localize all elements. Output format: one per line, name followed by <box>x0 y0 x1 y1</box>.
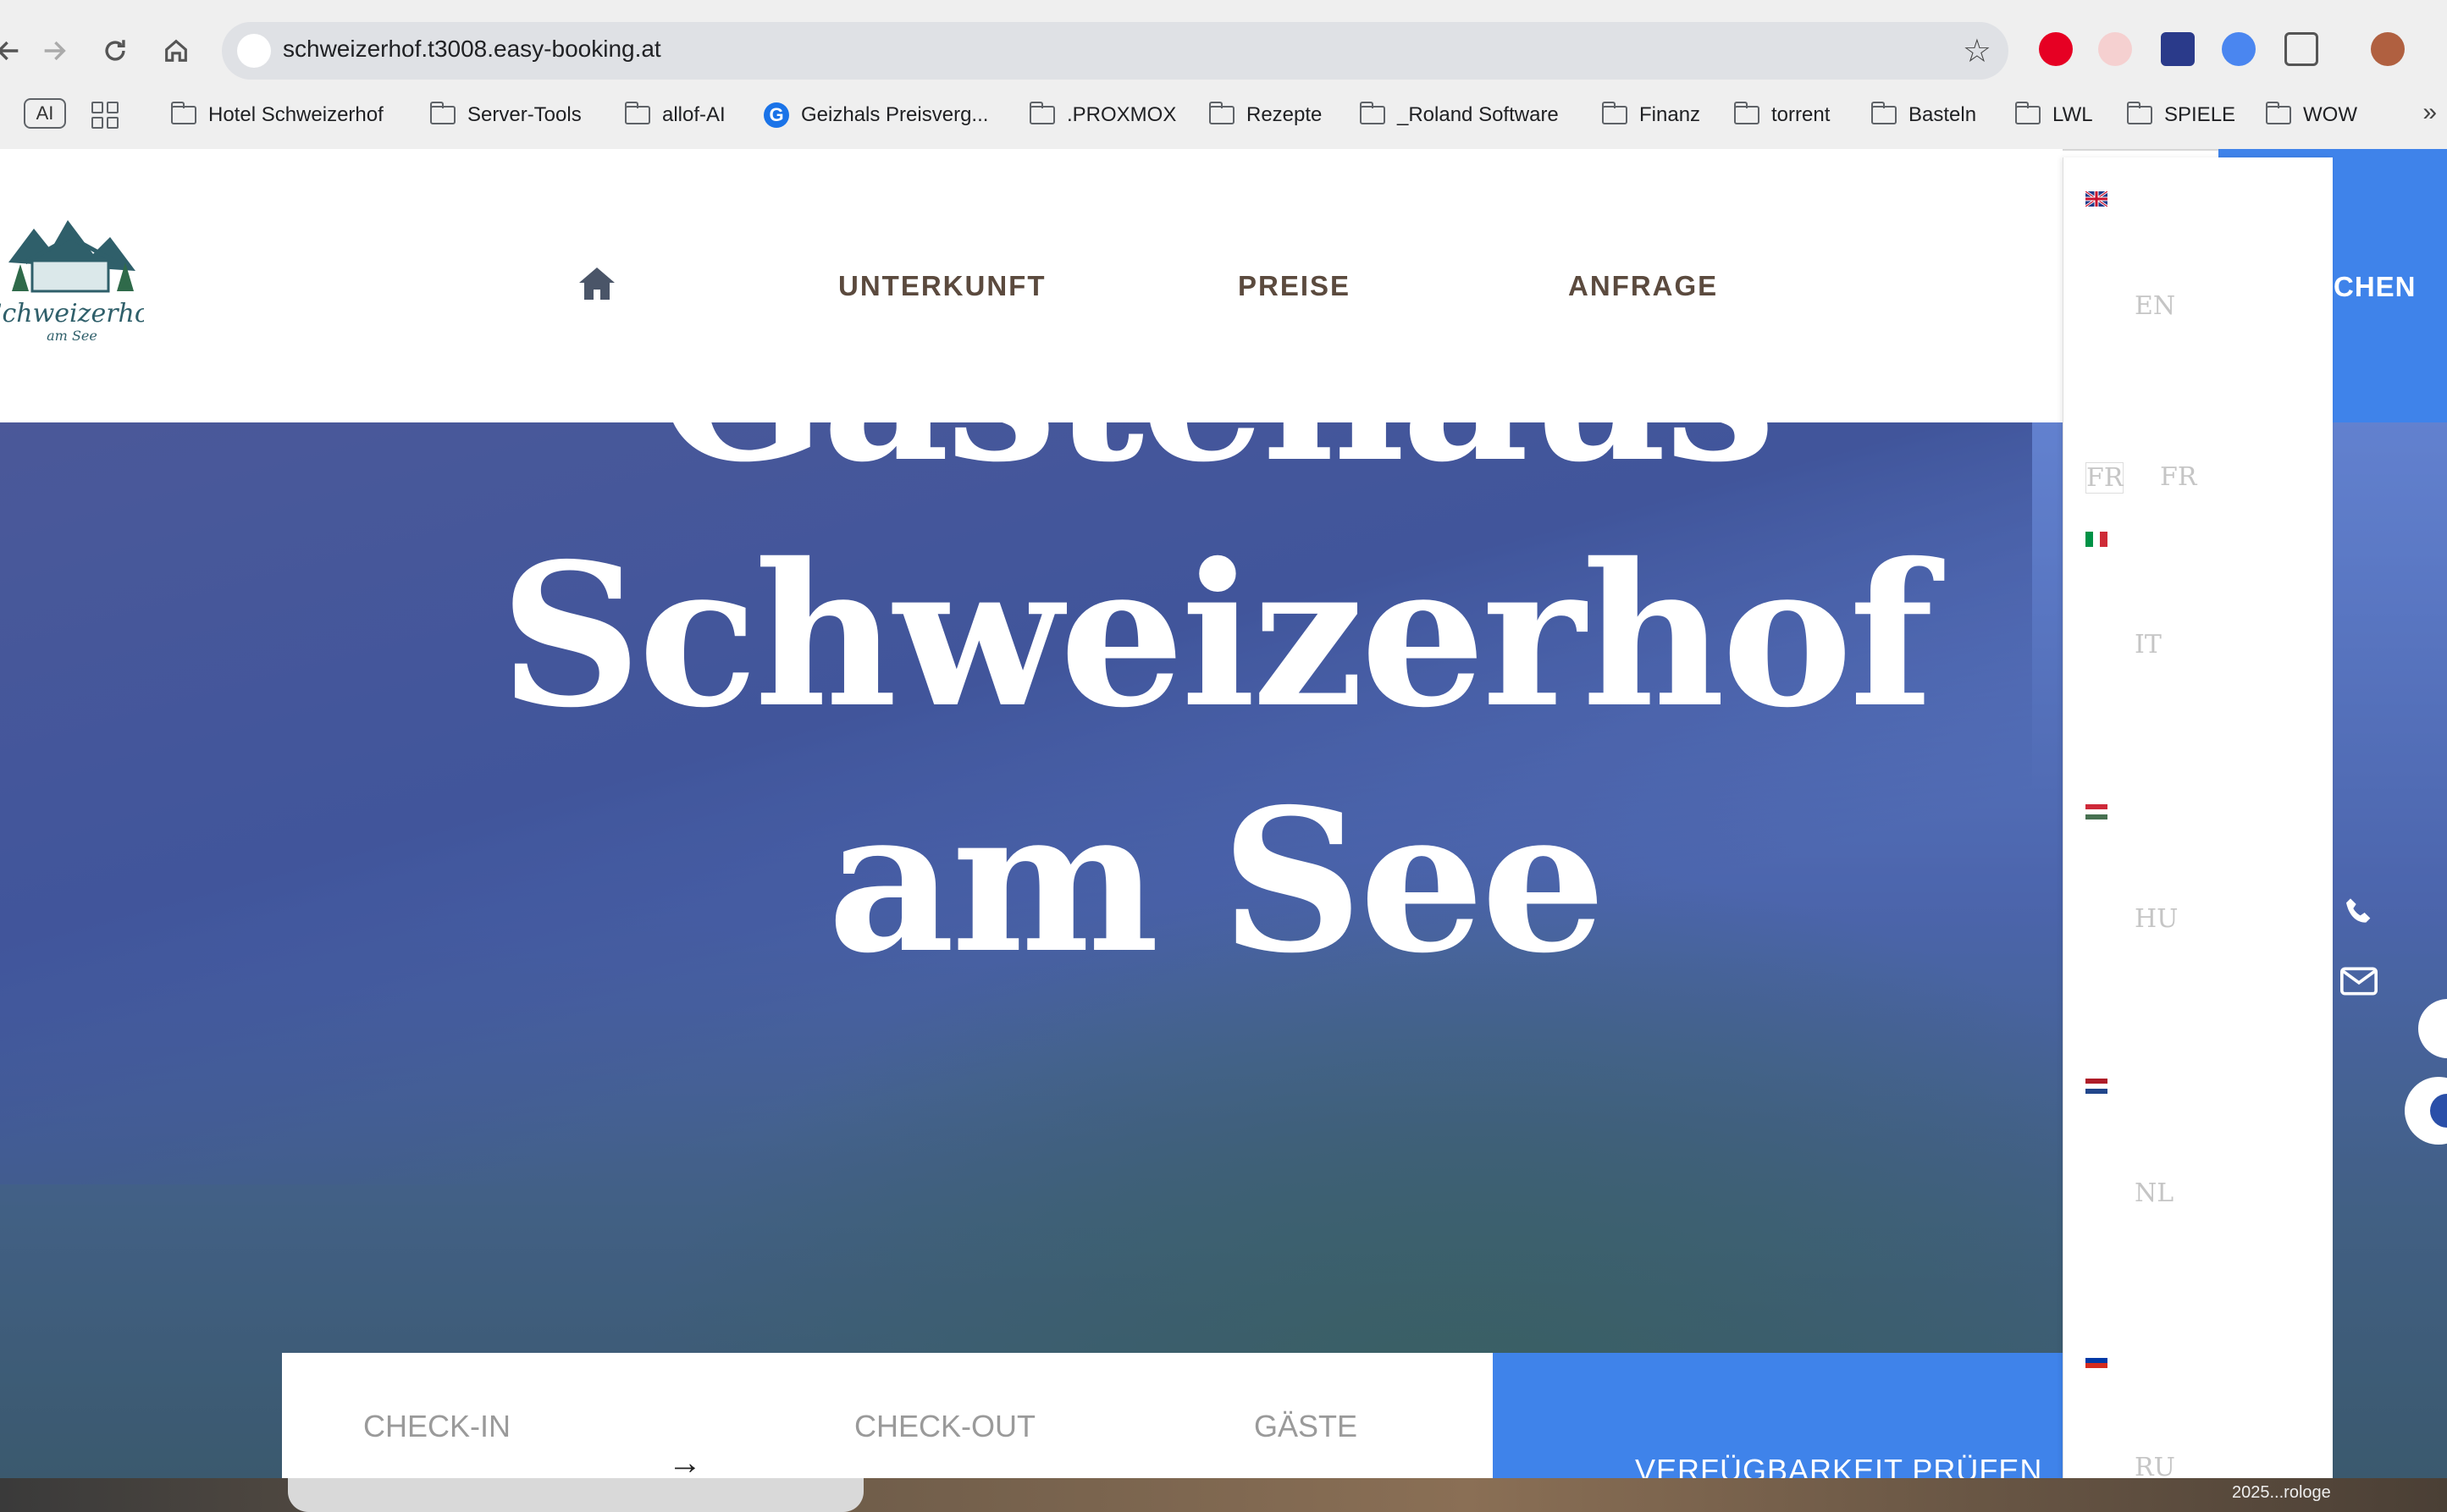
folder-icon <box>1360 102 1385 124</box>
menu-preise[interactable]: PREISE <box>1238 270 1351 302</box>
folder-icon <box>171 102 196 124</box>
pinterest-icon[interactable] <box>2039 32 2073 66</box>
site-header: Schweizerhof am See UNTERKUNFT PREISE AN… <box>0 149 2063 422</box>
netherlands-flag-icon <box>2085 1079 2107 1094</box>
profile-avatar[interactable] <box>2371 32 2405 66</box>
folder-icon <box>1030 102 1055 124</box>
fr-flag-broken-image: FR <box>2085 462 2124 494</box>
italy-flag-icon <box>2085 532 2107 547</box>
globe-icon <box>2430 1094 2447 1128</box>
bookmark-spiele[interactable]: SPIELE <box>2127 100 2235 130</box>
book-now-label: CHEN <box>2334 271 2417 302</box>
site-settings-icon[interactable] <box>237 34 271 68</box>
browser-chrome: schweizerhof.t3008.easy-booking.at ☆ AI … <box>0 0 2447 151</box>
booking-bar: CHECK-IN CHECK-OUT GÄSTE → <box>282 1353 1493 1478</box>
taskbar-strip: 2025...rologe <box>0 1478 2447 1512</box>
taskbar-pill[interactable] <box>288 1478 864 1512</box>
uk-flag-icon <box>2085 191 2107 207</box>
checkin-field[interactable]: CHECK-IN <box>363 1409 511 1444</box>
check-availability-label: VERFÜGBARKEIT PRÜFEN <box>1635 1453 2043 1478</box>
geizhals-g-icon: G <box>764 102 789 128</box>
taskbar-label: 2025...rologe <box>2232 1483 2331 1502</box>
folder-icon <box>1602 102 1627 124</box>
folder-icon <box>2266 102 2291 124</box>
hungary-flag-icon <box>2085 804 2107 819</box>
extension-icon[interactable] <box>2161 32 2195 66</box>
address-bar[interactable]: schweizerhof.t3008.easy-booking.at ☆ <box>222 22 2008 80</box>
bookmarks-bar: AI Hotel Schweizerhof Server-Tools allof… <box>0 91 2447 137</box>
address-url[interactable]: schweizerhof.t3008.easy-booking.at <box>283 36 661 63</box>
thermometer-extension-icon[interactable] <box>2098 32 2132 66</box>
menu-home-icon[interactable] <box>577 266 616 301</box>
svg-text:Schweizerhof: Schweizerhof <box>0 299 144 328</box>
folder-icon <box>1871 102 1897 124</box>
bookmark-basteln[interactable]: Basteln <box>1871 100 1976 130</box>
svg-text:am See: am See <box>47 328 97 344</box>
bookmark-torrent[interactable]: torrent <box>1734 100 1830 130</box>
bookmark-allof-ai[interactable]: allof-AI <box>625 100 726 130</box>
reload-icon[interactable] <box>90 25 141 76</box>
bookmark-proxmox[interactable]: .PROXMOX <box>1030 100 1176 130</box>
schweizerhof-logo[interactable]: Schweizerhof am See <box>0 212 144 356</box>
folder-icon <box>625 102 650 124</box>
bookmark-roland-software[interactable]: _Roland Software <box>1360 100 1559 130</box>
folder-icon <box>430 102 456 124</box>
ai-chip[interactable]: AI <box>24 98 66 129</box>
bookmark-wow[interactable]: WOW <box>2266 100 2357 130</box>
folder-icon <box>1209 102 1235 124</box>
menu-anfrage[interactable]: ANFRAGE <box>1568 270 1718 302</box>
bookmark-hotel-schweizerhof[interactable]: Hotel Schweizerhof <box>171 100 384 130</box>
bookmark-geizhals[interactable]: G Geizhals Preisverg... <box>764 100 988 130</box>
bookmark-server-tools[interactable]: Server-Tools <box>430 100 582 130</box>
guests-field[interactable]: GÄSTE <box>1254 1409 1357 1444</box>
arrow-right-icon: → <box>668 1444 702 1478</box>
folder-icon <box>2015 102 2041 124</box>
bookmark-star-icon[interactable]: ☆ <box>1963 32 1991 70</box>
folder-icon <box>2127 102 2152 124</box>
webpage: Gästehaus Schweizerhof am See Schweizerh… <box>0 149 2447 1478</box>
phone-icon[interactable] <box>2342 896 2376 930</box>
folder-icon <box>1734 102 1759 124</box>
puzzle-extensions-icon[interactable] <box>2284 32 2318 66</box>
more-bookmarks-icon[interactable]: » <box>2422 98 2437 127</box>
checkout-field[interactable]: CHECK-OUT <box>854 1409 1036 1444</box>
bookmark-finanz[interactable]: Finanz <box>1602 100 1700 130</box>
mail-icon[interactable] <box>2340 967 2378 996</box>
menu-unterkunft[interactable]: UNTERKUNFT <box>838 270 1046 302</box>
s-extension-icon[interactable] <box>2222 32 2256 66</box>
bookmark-lwl[interactable]: LWL <box>2015 100 2093 130</box>
apps-grid-icon[interactable] <box>91 102 119 129</box>
forward-icon[interactable] <box>29 25 80 76</box>
language-dropdown: EN FR FR IT HU NL RU <box>2063 157 2333 1478</box>
home-icon[interactable] <box>151 25 202 76</box>
bookmark-rezepte[interactable]: Rezepte <box>1209 100 1322 130</box>
russia-flag-icon <box>2085 1353 2107 1368</box>
check-availability-button[interactable]: VERFÜGBARKEIT PRÜFEN <box>1493 1353 2063 1478</box>
